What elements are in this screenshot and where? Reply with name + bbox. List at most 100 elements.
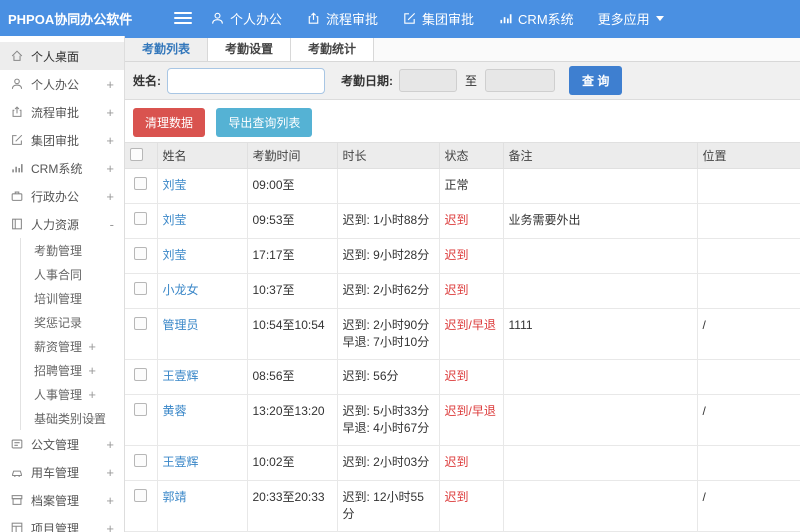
date-to-label: 至 bbox=[465, 74, 478, 88]
status-cell: 迟到 bbox=[439, 480, 504, 532]
note-cell bbox=[503, 273, 698, 309]
expand-toggle-icon[interactable]: - bbox=[110, 217, 114, 232]
export-list-button[interactable]: 导出查询列表 bbox=[216, 108, 313, 137]
duration-cell: 迟到: 56分 bbox=[337, 359, 440, 395]
tab-考勤统计[interactable]: 考勤统计 bbox=[291, 38, 375, 61]
row-checkbox[interactable] bbox=[134, 317, 148, 330]
sidebar-item-用车管理[interactable]: 用车管理 + bbox=[0, 458, 124, 486]
expand-toggle-icon[interactable]: + bbox=[106, 493, 114, 508]
select-all-checkbox[interactable] bbox=[130, 147, 143, 161]
row-checkbox[interactable] bbox=[134, 212, 148, 225]
sidebar-item-公文管理[interactable]: 公文管理 + bbox=[0, 430, 124, 458]
select-all-header-cell bbox=[125, 142, 158, 169]
sidebar-item-label: 奖惩记录 bbox=[34, 315, 83, 330]
sidebar-item-培训管理[interactable]: 培训管理 bbox=[20, 286, 124, 310]
duration-cell: 迟到: 2小时03分 bbox=[337, 445, 440, 481]
archive-icon bbox=[11, 495, 23, 505]
expand-toggle-icon[interactable]: + bbox=[88, 339, 96, 354]
sidebar-item-个人桌面[interactable]: 个人桌面 bbox=[0, 42, 124, 70]
column-header-位置: 位置 bbox=[697, 142, 800, 169]
note-cell bbox=[503, 394, 698, 446]
date-from-input[interactable] bbox=[399, 69, 457, 92]
top-nav-item[interactable]: 集团审批 bbox=[402, 9, 474, 28]
attendance-time-cell: 09:53至 bbox=[247, 203, 338, 239]
employee-name-link[interactable]: 刘莹 bbox=[163, 248, 187, 262]
sidebar-item-项目管理[interactable]: 项目管理 + bbox=[0, 514, 124, 532]
chevron-down-icon bbox=[655, 15, 664, 21]
top-nav-item[interactable]: CRM系统 bbox=[498, 9, 574, 28]
clean-data-button[interactable]: 清理数据 bbox=[133, 108, 206, 137]
row-checkbox[interactable] bbox=[134, 177, 148, 190]
duration-cell: 迟到: 2小时62分 bbox=[337, 273, 440, 309]
employee-name-link[interactable]: 刘莹 bbox=[163, 213, 187, 227]
row-checkbox[interactable] bbox=[134, 368, 148, 381]
sidebar-item-label: 档案管理 bbox=[31, 493, 80, 508]
sidebar-item-人事合同[interactable]: 人事合同 bbox=[20, 262, 124, 286]
employee-name-link[interactable]: 小龙女 bbox=[163, 283, 199, 297]
sidebar-item-招聘管理[interactable]: 招聘管理 + bbox=[20, 358, 124, 382]
date-to-input[interactable] bbox=[485, 69, 556, 92]
hamburger-menu-icon[interactable] bbox=[174, 9, 192, 27]
sidebar-item-CRM系统[interactable]: CRM系统 + bbox=[0, 154, 124, 182]
attendance-table: 姓名 考勤时间 时长 状态 备注 位置 刘莹 09:00至 正常 刘莹 09:53至 迟到… bbox=[125, 142, 800, 532]
expand-toggle-icon[interactable]: + bbox=[88, 411, 96, 426]
location-cell: / bbox=[697, 308, 800, 360]
expand-toggle-icon[interactable]: + bbox=[106, 133, 114, 148]
expand-toggle-icon[interactable]: + bbox=[88, 363, 96, 378]
row-checkbox[interactable] bbox=[134, 489, 148, 502]
sidebar-item-label: 培训管理 bbox=[34, 291, 83, 306]
attendance-time-cell: 17:17至 bbox=[247, 238, 338, 274]
top-nav-item[interactable]: 流程审批 bbox=[306, 9, 378, 28]
expand-toggle-icon[interactable]: + bbox=[106, 105, 114, 120]
sidebar-item-奖惩记录[interactable]: 奖惩记录 bbox=[20, 310, 124, 334]
sidebar-item-薪资管理[interactable]: 薪资管理 + bbox=[20, 334, 124, 358]
tab-考勤设置[interactable]: 考勤设置 bbox=[208, 38, 292, 61]
attendance-time-cell: 10:54至10:54 bbox=[247, 308, 338, 360]
employee-name-link[interactable]: 黄蓉 bbox=[163, 404, 187, 418]
expand-toggle-icon[interactable]: + bbox=[88, 387, 96, 402]
location-cell bbox=[697, 273, 800, 309]
table-row: 黄蓉 13:20至13:20 迟到: 5小时33分 早退: 4小时67分 迟到/早… bbox=[125, 394, 800, 446]
hr-book-icon bbox=[12, 218, 22, 230]
sidebar-item-人力资源[interactable]: 人力资源 - bbox=[0, 210, 124, 238]
sidebar-item-考勤管理[interactable]: 考勤管理 bbox=[20, 238, 124, 262]
tab-考勤列表[interactable]: 考勤列表 bbox=[125, 38, 209, 61]
expand-toggle-icon[interactable]: + bbox=[106, 161, 114, 176]
duration-cell: 迟到: 12小时55分 bbox=[337, 480, 440, 532]
expand-toggle-icon[interactable]: + bbox=[106, 77, 114, 92]
sidebar-item-基础类别设置[interactable]: 基础类别设置 + bbox=[20, 406, 124, 430]
employee-name-link[interactable]: 刘莹 bbox=[163, 178, 187, 192]
name-cell: 郭靖 bbox=[157, 480, 248, 532]
row-checkbox[interactable] bbox=[134, 282, 148, 295]
top-nav-item[interactable]: 更多应用 bbox=[598, 9, 664, 28]
sidebar-item-个人办公[interactable]: 个人办公 + bbox=[0, 70, 124, 98]
location-cell bbox=[697, 445, 800, 481]
employee-name-link[interactable]: 郭靖 bbox=[163, 490, 187, 504]
row-checkbox[interactable] bbox=[134, 247, 148, 260]
top-header-bar: PHPOA协同办公软件 个人办公 流程审批 集团审批 CRM系统 更多应用 bbox=[0, 0, 800, 36]
sidebar-item-人事管理[interactable]: 人事管理 + bbox=[20, 382, 124, 406]
search-button[interactable]: 查 询 bbox=[569, 66, 623, 95]
top-nav-item[interactable]: 个人办公 bbox=[210, 9, 282, 28]
sidebar-item-集团审批[interactable]: 集团审批 + bbox=[0, 126, 124, 154]
car-icon bbox=[10, 465, 24, 479]
expand-toggle-icon[interactable]: + bbox=[106, 521, 114, 532]
employee-name-link[interactable]: 王壹辉 bbox=[163, 455, 199, 469]
user-icon bbox=[10, 77, 24, 91]
chart-icon bbox=[10, 161, 24, 175]
note-cell bbox=[503, 480, 698, 532]
employee-name-link[interactable]: 王壹辉 bbox=[163, 369, 199, 383]
sidebar-item-流程审批[interactable]: 流程审批 + bbox=[0, 98, 124, 126]
column-header-考勤时间: 考勤时间 bbox=[247, 142, 338, 169]
row-checkbox[interactable] bbox=[134, 454, 148, 467]
sidebar-item-行政办公[interactable]: 行政办公 + bbox=[0, 182, 124, 210]
expand-toggle-icon[interactable]: + bbox=[106, 189, 114, 204]
employee-name-link[interactable]: 管理员 bbox=[163, 318, 199, 332]
filter-bar: 姓名: 考勤日期: 至 查 询 bbox=[125, 62, 800, 100]
expand-toggle-icon[interactable]: + bbox=[106, 437, 114, 452]
row-checkbox[interactable] bbox=[134, 403, 148, 416]
top-nav-item-label: 集团审批 bbox=[422, 11, 475, 27]
sidebar-item-档案管理[interactable]: 档案管理 + bbox=[0, 486, 124, 514]
expand-toggle-icon[interactable]: + bbox=[106, 465, 114, 480]
name-filter-input[interactable] bbox=[167, 67, 325, 94]
